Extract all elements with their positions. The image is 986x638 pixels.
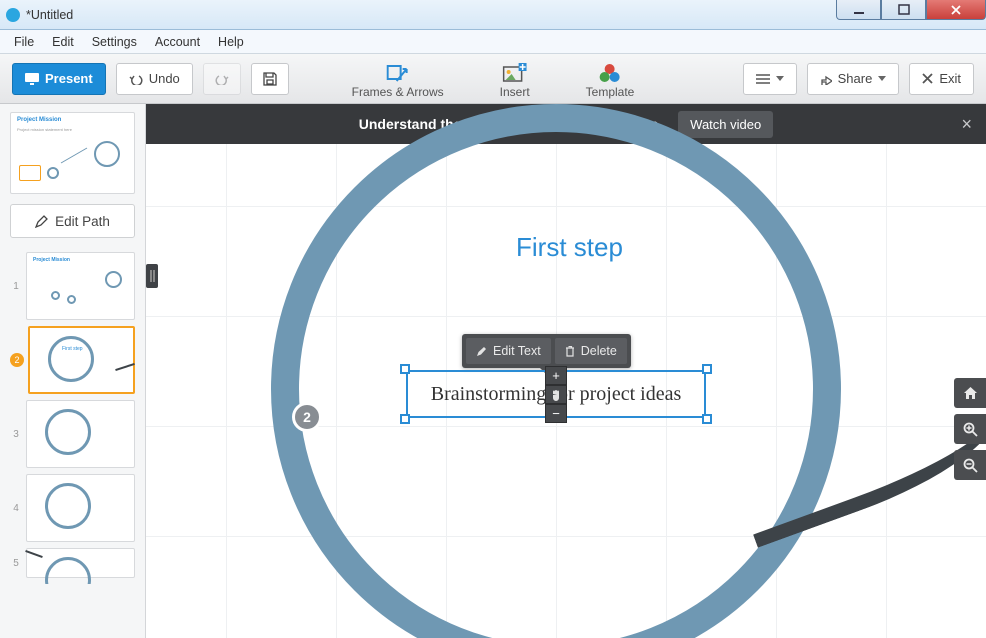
pencil-icon [476,346,487,357]
aspect-menu-button[interactable] [743,63,797,95]
menu-bar: File Edit Settings Account Help [0,30,986,54]
zoom-out-icon [963,458,978,473]
path-list: 1 Project Mission 2 First step 3 [10,252,135,584]
caret-down-icon [776,76,784,82]
menu-settings[interactable]: Settings [84,33,145,51]
path-thumb[interactable]: Project Mission [26,252,135,320]
close-button[interactable] [926,0,986,20]
path-item[interactable]: 4 [10,474,135,542]
edit-path-label: Edit Path [55,214,110,229]
delete-button[interactable]: Delete [555,338,627,364]
caret-down-icon [878,76,886,82]
app-icon [6,8,20,22]
zoom-in-button[interactable] [954,414,986,444]
home-button[interactable] [954,378,986,408]
menu-edit[interactable]: Edit [44,33,82,51]
present-button[interactable]: Present [12,63,106,95]
scale-down-button[interactable]: − [545,404,567,423]
overview-thumb[interactable]: Project Mission Project mission statemen… [10,112,135,194]
insert-label: Insert [500,85,530,99]
trash-icon [565,346,575,357]
path-item[interactable]: 5 [10,548,135,578]
delete-label: Delete [581,344,617,358]
title-bar: *Untitled [0,0,986,30]
insert-icon [503,62,527,84]
menu-account[interactable]: Account [147,33,208,51]
edit-path-button[interactable]: Edit Path [10,204,135,238]
frames-icon [387,62,409,84]
monitor-icon [25,73,39,85]
scale-up-button[interactable]: + [545,366,567,385]
frames-label: Frames & Arrows [352,85,444,99]
watch-video-button[interactable]: Watch video [678,111,773,138]
path-item[interactable]: 2 First step [10,326,135,394]
path-thumb[interactable] [26,548,135,578]
exit-button[interactable]: Exit [909,63,974,95]
template-button[interactable]: Template [586,62,635,99]
move-handle[interactable] [545,385,567,404]
edit-text-label: Edit Text [493,344,541,358]
maximize-button[interactable] [881,0,926,20]
workspace: Project Mission Project mission statemen… [0,104,986,638]
path-step-badge[interactable]: 2 [292,402,322,432]
path-num: 4 [10,503,22,514]
path-num: 5 [10,558,22,569]
home-icon [963,386,978,400]
minimize-button[interactable] [836,0,881,20]
insert-button[interactable]: Insert [500,62,530,99]
path-item[interactable]: 3 [10,400,135,468]
path-thumb[interactable] [26,474,135,542]
window-controls [836,0,986,20]
path-thumb[interactable] [26,400,135,468]
menu-help[interactable]: Help [210,33,252,51]
share-icon [820,73,832,85]
zoom-out-button[interactable] [954,450,986,480]
path-thumb[interactable]: First step [28,326,135,394]
canvas[interactable]: First step 2 Edit Text Delete [146,144,986,638]
save-button[interactable] [251,63,289,95]
hand-icon [550,389,562,401]
path-num: 3 [10,429,22,440]
edit-text-button[interactable]: Edit Text [466,338,551,364]
list-icon [756,74,770,84]
undo-label: Undo [149,71,180,86]
present-label: Present [45,71,93,86]
template-icon [599,62,621,84]
save-icon [263,72,277,86]
share-label: Share [838,71,873,86]
exit-label: Exit [939,71,961,86]
path-sidebar: Project Mission Project mission statemen… [0,104,146,638]
close-icon [922,73,933,84]
path-num: 1 [10,281,22,292]
toolbar-center: Frames & Arrows Insert Template [352,54,635,103]
window-title: *Untitled [26,8,73,22]
sidebar-collapse-handle[interactable] [146,264,158,288]
redo-icon [215,73,229,85]
undo-icon [129,73,143,85]
selected-text-object[interactable]: Brainstorming for project ideas + − [406,370,706,418]
transform-control: + − [545,366,567,423]
undo-button[interactable]: Undo [116,63,193,95]
path-num: 2 [10,353,24,367]
canvas-area: Understand the basics of Prezi in one mi… [146,104,986,638]
menu-file[interactable]: File [6,33,42,51]
path-item[interactable]: 1 Project Mission [10,252,135,320]
banner-close-button[interactable]: × [961,114,972,135]
frames-arrows-button[interactable]: Frames & Arrows [352,62,444,99]
frame-heading[interactable]: First step [516,232,623,263]
canvas-controls [954,378,986,480]
template-label: Template [586,85,635,99]
redo-button[interactable] [203,63,241,95]
share-button[interactable]: Share [807,63,900,95]
pencil-icon [35,215,48,228]
main-toolbar: Present Undo Frames & Arrows Insert Temp… [0,54,986,104]
toolbar-right: Share Exit [743,63,974,95]
selection-context-toolbar: Edit Text Delete [462,334,631,368]
zoom-in-icon [963,422,978,437]
